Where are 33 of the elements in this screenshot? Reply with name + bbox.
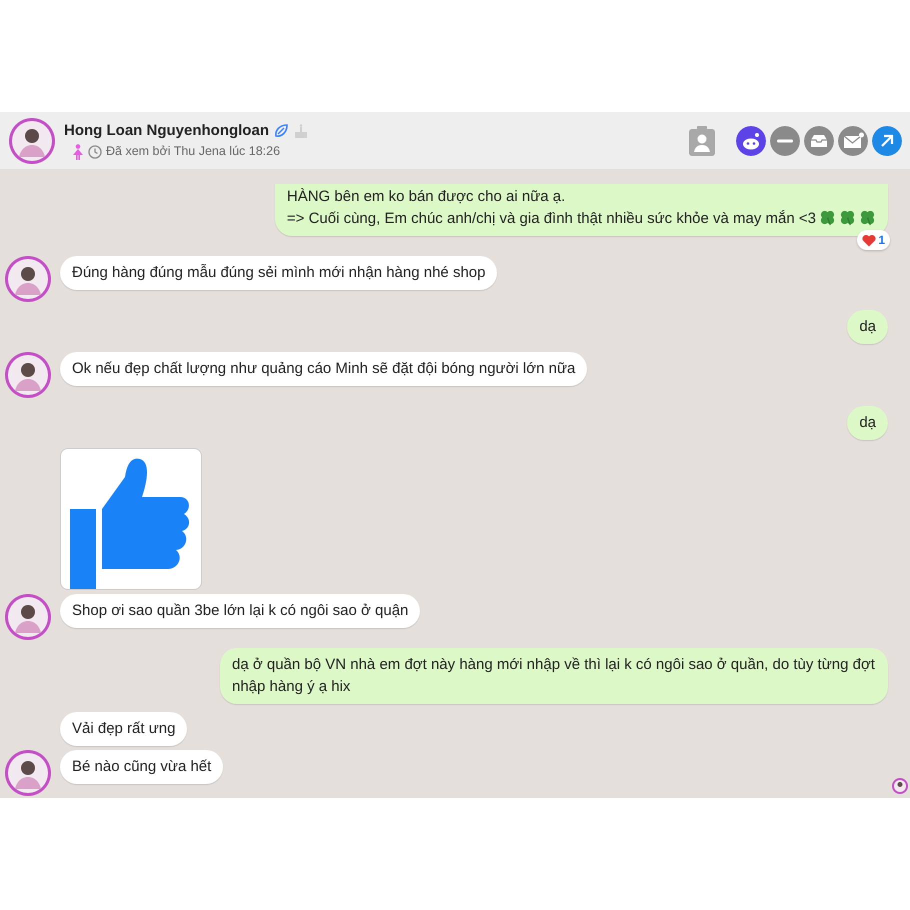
message-bubble: Vải đẹp rất ưng bbox=[60, 712, 188, 746]
avatar[interactable] bbox=[8, 116, 56, 164]
alien-icon[interactable] bbox=[736, 126, 766, 156]
message-bubble: Shop ơi sao quần 3be lớn lại k có ngôi sao ở quận bbox=[60, 594, 420, 628]
message-bubble: HÀNG bên em ko bán được cho ai nữa ạ. => Cuối cùng, Em chúc anh/chị và gia đình thật nhiều sức khỏe và may mắn <3 bbox=[274, 184, 888, 236]
clover-icon bbox=[819, 209, 836, 226]
avatar[interactable] bbox=[5, 750, 51, 796]
message-bubble: Đúng hàng đúng mẫu đúng sẻi mình mới nhận hàng nhé shop bbox=[60, 256, 498, 290]
inbox-icon[interactable] bbox=[804, 126, 834, 156]
verified-icon bbox=[272, 123, 289, 140]
seen-status: Đã xem bởi Thu Jena lúc 18:26 bbox=[106, 143, 280, 160]
message-bubble: Bé nào cũng vừa hết bbox=[60, 750, 224, 784]
contact-name: Hong Loan Nguyenhongloan bbox=[64, 120, 269, 141]
message-bubble: Ok nếu đẹp chất lượng như quảng cáo Minh sẽ đặt đội bóng người lớn nữa bbox=[60, 352, 588, 386]
avatar[interactable] bbox=[5, 352, 51, 398]
avatar[interactable] bbox=[5, 256, 51, 302]
message-bubble: dạ ở quần bộ VN nhà em đợt này hàng mới nhập về thì lại k có ngôi sao ở quần, do tùy từng đợt nhập hàng ý ạ hix bbox=[220, 648, 888, 704]
avatar[interactable] bbox=[5, 594, 51, 640]
clover-icon bbox=[859, 209, 876, 226]
thumbs-up-icon bbox=[70, 457, 192, 589]
seen-avatar bbox=[892, 778, 908, 794]
clock-icon bbox=[88, 144, 102, 159]
message-bubble: dạ bbox=[847, 310, 888, 344]
message-bubble: dạ bbox=[847, 406, 888, 440]
reaction-badge[interactable]: 1 bbox=[857, 230, 890, 250]
clover-icon bbox=[839, 209, 856, 226]
minimize-icon[interactable] bbox=[770, 126, 800, 156]
open-external-icon[interactable] bbox=[872, 126, 902, 156]
female-icon bbox=[72, 144, 84, 160]
heart-icon bbox=[862, 234, 876, 246]
sticker[interactable] bbox=[60, 448, 202, 590]
cake-icon bbox=[292, 123, 309, 140]
mail-icon[interactable] bbox=[838, 126, 868, 156]
